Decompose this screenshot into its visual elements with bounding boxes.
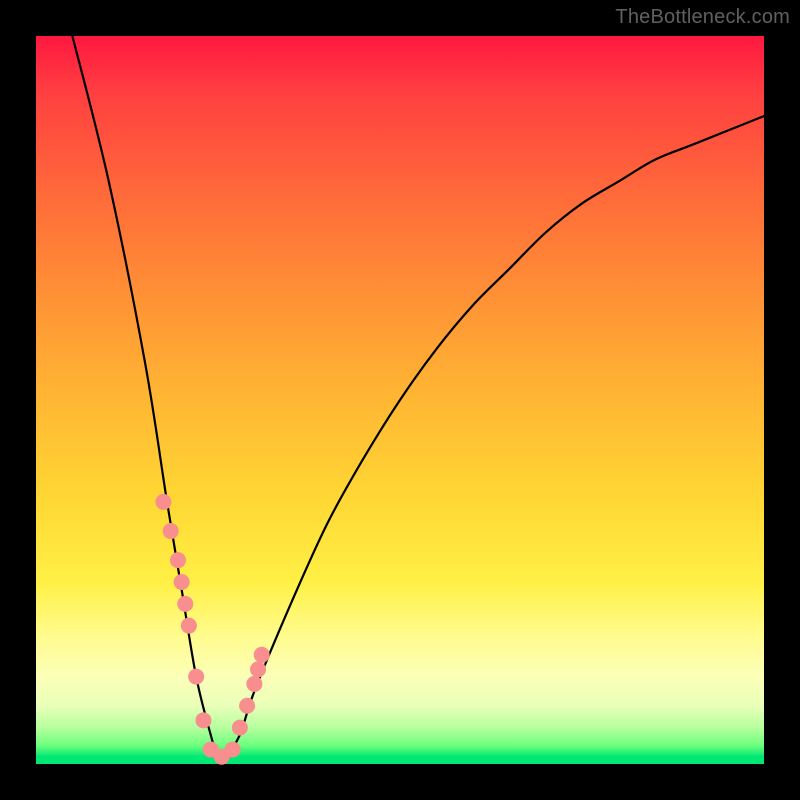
highlight-dot [163,523,179,539]
curve-svg [36,36,764,764]
highlight-dot [250,661,266,677]
highlight-dot [177,596,193,612]
highlight-dot [195,712,211,728]
highlight-dots [155,494,269,765]
highlight-dot [155,494,171,510]
highlight-dot [232,720,248,736]
highlight-dot [174,574,190,590]
highlight-dot [254,647,270,663]
chart-frame: TheBottleneck.com [0,0,800,800]
highlight-dot [170,552,186,568]
highlight-dot [181,618,197,634]
highlight-dot [239,698,255,714]
plot-area [36,36,764,764]
highlight-dot [225,741,241,757]
highlight-dot [246,676,262,692]
highlight-dot [188,669,204,685]
bottleneck-curve [72,36,764,759]
watermark-text: TheBottleneck.com [615,6,790,29]
